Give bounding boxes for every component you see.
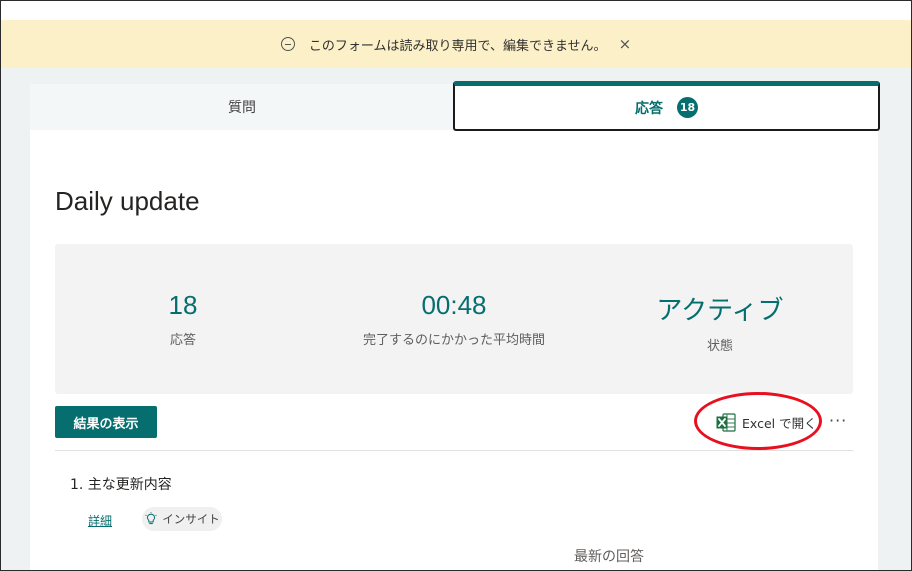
form-title: Daily update xyxy=(55,186,200,216)
stat-average-time: 00:48 完了するのにかかった平均時間 xyxy=(334,290,574,348)
minus-circle-icon xyxy=(280,37,295,51)
insights-label: インサイト xyxy=(162,512,220,526)
stat-average-time-label: 完了するのにかかった平均時間 xyxy=(362,333,545,348)
tab-bar: 質問 応答 18 xyxy=(30,81,880,131)
stat-status-label: 状態 xyxy=(706,339,733,354)
stat-responses: 18 応答 xyxy=(63,290,303,348)
tab-questions-label: 質問 xyxy=(228,100,256,116)
stat-status-value: アクティブ xyxy=(656,295,784,325)
open-in-excel-label: Excel で開く xyxy=(742,415,817,431)
stat-status: アクティブ 状態 xyxy=(600,290,840,354)
stat-average-time-value: 00:48 xyxy=(421,290,487,320)
toolbar-divider xyxy=(55,450,853,451)
more-options-icon[interactable]: ··· xyxy=(829,411,847,430)
view-results-button[interactable]: 結果の表示 xyxy=(55,406,157,438)
close-icon[interactable]: × xyxy=(619,35,632,53)
insights-button[interactable]: インサイト xyxy=(142,507,222,531)
question-title: 1. 主な更新内容 xyxy=(70,477,172,493)
open-in-excel-button[interactable]: Excel で開く xyxy=(716,409,817,435)
details-link[interactable]: 詳細 xyxy=(88,512,112,529)
stat-responses-label: 応答 xyxy=(169,333,196,348)
latest-responses-heading: 最新の回答 xyxy=(574,549,644,565)
stat-responses-value: 18 xyxy=(168,290,198,320)
stats-panel: 18 応答 00:48 完了するのにかかった平均時間 アクティブ 状態 xyxy=(55,244,853,394)
excel-icon xyxy=(716,412,736,432)
top-strip xyxy=(0,0,912,20)
banner-message: このフォームは読み取り専用で、編集できません。 xyxy=(308,38,607,54)
response-count-badge: 18 xyxy=(677,97,698,118)
readonly-banner: このフォームは読み取り専用で、編集できません。 × xyxy=(0,20,912,68)
tab-responses-label: 応答 xyxy=(635,100,663,117)
tab-responses[interactable]: 応答 18 xyxy=(453,81,880,131)
tab-questions[interactable]: 質問 xyxy=(30,84,454,130)
lightbulb-icon xyxy=(145,512,157,525)
